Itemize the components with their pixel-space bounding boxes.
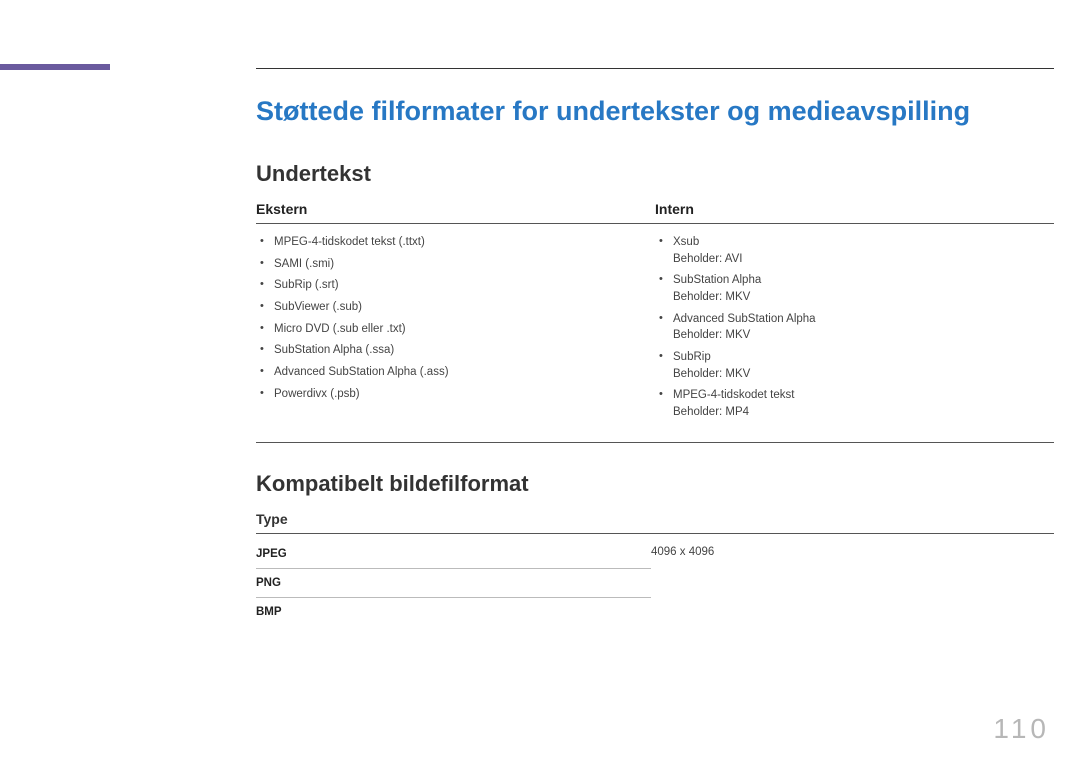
type-column-heading: Type [256,511,1054,534]
ekstern-heading: Ekstern [256,201,655,217]
table-row: JPEG [256,540,651,569]
item-sub: Beholder: MKV [673,366,1042,383]
image-format-heading: Kompatibelt bildefilformat [256,471,1054,497]
page-number: 110 [993,713,1050,745]
list-item: SubStation Alpha (.ssa) [256,342,643,359]
page-content: Støttede filformater for undertekster og… [256,90,1054,626]
item-sub: Beholder: AVI [673,251,1042,268]
table-row: PNG [256,569,651,598]
item-main: Advanced SubStation Alpha [673,313,816,325]
list-item: SubRip Beholder: MKV [655,349,1042,382]
list-item: Advanced SubStation Alpha (.ass) [256,364,643,381]
list-item: MPEG-4-tidskodet tekst Beholder: MP4 [655,387,1042,420]
ekstern-list: MPEG-4-tidskodet tekst (.ttxt) SAMI (.sm… [256,234,643,402]
intern-column: Xsub Beholder: AVI SubStation Alpha Behold… [655,234,1054,426]
subtitle-columns-header: Ekstern Intern [256,201,1054,224]
item-sub: Beholder: MKV [673,289,1042,306]
list-item: SubRip (.srt) [256,277,643,294]
item-main: MPEG-4-tidskodet tekst [673,389,794,401]
item-main: Xsub [673,236,699,248]
item-main: SubStation Alpha [673,274,761,286]
intern-heading: Intern [655,201,1054,217]
list-item: SubStation Alpha Beholder: MKV [655,272,1042,305]
list-item: MPEG-4-tidskodet tekst (.ttxt) [256,234,643,251]
ekstern-column: MPEG-4-tidskodet tekst (.ttxt) SAMI (.sm… [256,234,655,426]
page-title: Støttede filformater for undertekster og… [256,96,1054,127]
list-item: Advanced SubStation Alpha Beholder: MKV [655,311,1042,344]
top-divider [256,68,1054,69]
type-label: JPEG [256,548,651,560]
list-item: Micro DVD (.sub eller .txt) [256,321,643,338]
list-item: Powerdivx (.psb) [256,386,643,403]
list-item: SubViewer (.sub) [256,299,643,316]
list-item: SAMI (.smi) [256,256,643,273]
table-row: BMP [256,598,651,626]
type-label: BMP [256,606,651,618]
image-format-table: Type JPEG 4096 x 4096 PNG BMP [256,511,1054,626]
intern-list: Xsub Beholder: AVI SubStation Alpha Behold… [655,234,1042,421]
subtitle-heading: Undertekst [256,161,1054,187]
type-label: PNG [256,577,651,589]
subtitle-columns: MPEG-4-tidskodet tekst (.ttxt) SAMI (.sm… [256,234,1054,443]
type-value: 4096 x 4096 [651,546,714,558]
item-sub: Beholder: MKV [673,327,1042,344]
section-indicator-bar [0,64,110,70]
item-main: SubRip [673,351,711,363]
list-item: Xsub Beholder: AVI [655,234,1042,267]
item-sub: Beholder: MP4 [673,404,1042,421]
